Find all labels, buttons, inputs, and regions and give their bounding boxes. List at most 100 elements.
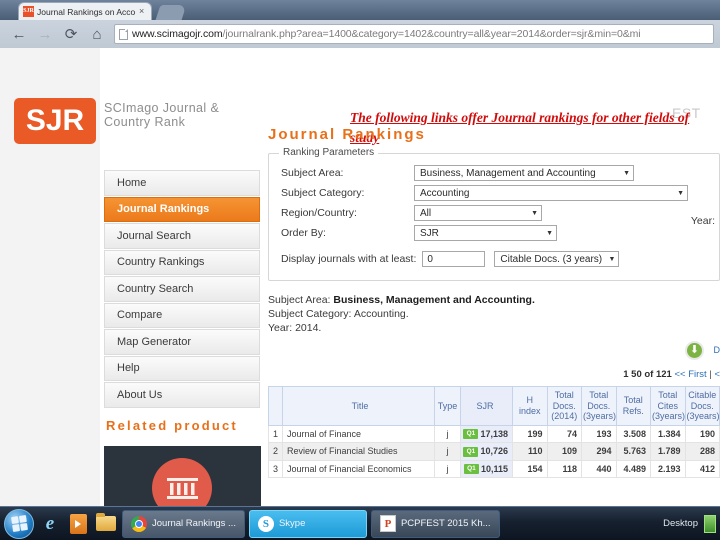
table-row[interactable]: 2 Review of Financial Studies j Q1 10,726…: [268, 442, 720, 461]
table-row[interactable]: 1 Journal of Finance j Q1 17,138 199 74 1…: [268, 424, 720, 444]
sjr-logo[interactable]: SJR: [14, 98, 96, 144]
sidebar-item-journal-search[interactable]: Journal Search: [104, 223, 260, 249]
min-value-input[interactable]: 0: [422, 251, 486, 267]
th-total-docs-2014[interactable]: Total Docs. (2014): [546, 386, 582, 426]
journal-rankings-table: Title Type SJR H index Total Docs. (2014…: [268, 386, 720, 479]
cell-title[interactable]: Review of Financial Studies: [282, 442, 435, 461]
th-cites-l3: (3years): [652, 411, 686, 421]
taskbar-item-chrome[interactable]: Journal Rankings ...: [122, 509, 245, 538]
internet-explorer-icon[interactable]: e: [38, 511, 62, 537]
display-min-label: Display journals with at least:: [281, 253, 417, 265]
cell-citable-docs: 288: [684, 442, 720, 461]
summary-subject-area-value: Business, Management and Accounting.: [333, 294, 535, 306]
media-player-icon[interactable]: [66, 511, 90, 537]
region-select[interactable]: All ▼: [414, 205, 542, 221]
table-header-row: Title Type SJR H index Total Docs. (2014…: [268, 386, 720, 426]
th-cites-l1: Total: [658, 390, 678, 400]
cell-title[interactable]: Journal of Financial Economics: [282, 459, 435, 479]
cell-type: j: [434, 459, 461, 479]
cell-docs-2014: 109: [546, 442, 582, 461]
close-icon[interactable]: ×: [139, 7, 147, 16]
page-title: Journal Rankings: [268, 126, 426, 143]
cell-total-cites: 1.384: [650, 424, 686, 444]
pagination-range: 50 of 121: [631, 369, 672, 380]
cell-sjr-value: 10,115: [480, 463, 508, 474]
reload-button[interactable]: ⟳: [58, 22, 84, 46]
th-title[interactable]: Title: [282, 386, 435, 426]
pagination-first-link[interactable]: << First: [674, 369, 706, 380]
cell-sjr-value: 10,726: [480, 446, 508, 457]
pagination-current: 1: [623, 369, 629, 380]
order-by-select[interactable]: SJR ▼: [414, 225, 557, 241]
cell-total-cites: 1.789: [650, 442, 686, 461]
table-row[interactable]: 3 Journal of Financial Economics j Q1 10,…: [268, 459, 720, 479]
subject-area-select[interactable]: Business, Management and Accounting ▼: [414, 165, 634, 181]
main-content: Journal Rankings Ranking Parameters Subj…: [268, 126, 720, 479]
cell-sjr: Q1 10,726: [460, 442, 513, 461]
results-summary: Subject Area: Business, Management and A…: [268, 293, 720, 335]
sidebar-item-about-us[interactable]: About Us: [104, 382, 260, 408]
th-type[interactable]: Type: [434, 386, 461, 426]
th-total-cites-3years[interactable]: Total Cites (3years): [650, 386, 686, 426]
address-bar[interactable]: www.scimagojr.com/journalrank.php?area=1…: [114, 24, 714, 44]
th-citable-docs-3years[interactable]: Citable Docs. (3years): [684, 386, 720, 426]
download-icon[interactable]: ⬇: [685, 341, 704, 360]
metric-value: Citable Docs. (3 years): [500, 253, 603, 265]
th-total-docs-3years[interactable]: Total Docs. (3years): [581, 386, 617, 426]
cell-docs-3y: 294: [581, 442, 617, 461]
field-row-region: Region/Country: All ▼: [281, 204, 719, 222]
forward-button[interactable]: →: [32, 22, 58, 46]
cell-sjr-value: 17,138: [480, 428, 508, 439]
cell-rank: 2: [268, 442, 283, 461]
th-total-refs[interactable]: Total Refs.: [615, 386, 651, 426]
start-button[interactable]: [4, 508, 34, 539]
taskbar-item-skype[interactable]: S Skype: [248, 509, 367, 538]
sidebar-item-compare[interactable]: Compare: [104, 302, 260, 328]
subject-category-label: Subject Category:: [281, 187, 365, 199]
page-info-icon: [119, 28, 128, 40]
sidebar-item-journal-rankings[interactable]: Journal Rankings: [104, 196, 260, 222]
temple-icon: [167, 478, 198, 499]
cell-docs-2014: 74: [546, 424, 582, 444]
th-refs-l1: Total: [623, 395, 643, 406]
taskbar-item-skype-label: Skype: [278, 518, 306, 529]
pagination-prev-link[interactable]: <: [714, 369, 720, 380]
subject-area-label: Subject Area:: [281, 167, 344, 179]
ranking-parameters-fieldset: Ranking Parameters Subject Area: Busines…: [268, 147, 720, 281]
th-h-index[interactable]: H index: [512, 386, 548, 426]
windows-taskbar: e Journal Rankings ... S Skype P PCPFEST…: [0, 506, 720, 540]
subject-category-select[interactable]: Accounting ▼: [414, 185, 688, 201]
related-product-card[interactable]: SCIMAGO INSTITUTIONS: [104, 446, 261, 506]
chevron-down-icon: ▼: [608, 255, 616, 263]
subject-category-value: Accounting: [420, 187, 470, 199]
quartile-badge: Q1: [463, 446, 479, 457]
sidebar-item-map-generator[interactable]: Map Generator: [104, 329, 260, 355]
file-explorer-icon[interactable]: [94, 511, 118, 537]
sidebar-item-country-rankings[interactable]: Country Rankings: [104, 249, 260, 275]
th-sjr[interactable]: SJR: [460, 386, 513, 426]
taskbar-item-powerpoint[interactable]: P PCPFEST 2015 Kh...: [370, 509, 500, 538]
url-host: www.scimagojr.com: [132, 28, 223, 40]
sidebar-item-home[interactable]: Home: [104, 170, 260, 196]
th-td3y-l2: Docs.: [587, 400, 611, 411]
new-tab-button[interactable]: [155, 5, 187, 20]
sidebar-item-help[interactable]: Help: [104, 355, 260, 381]
url-text: www.scimagojr.com/journalrank.php?area=1…: [132, 28, 641, 40]
year-label: Year:: [690, 215, 715, 227]
cell-total-refs: 4.489: [615, 459, 651, 479]
back-button[interactable]: ←: [6, 22, 32, 46]
cell-docs-3y: 440: [581, 459, 617, 479]
sidebar-nav: Home Journal Rankings Journal Search Cou…: [104, 170, 260, 409]
field-row-order-by: Order By: SJR ▼: [281, 224, 719, 242]
summary-subject-category-label: Subject Category:: [268, 308, 352, 320]
home-button[interactable]: ⌂: [84, 22, 110, 46]
metric-select[interactable]: Citable Docs. (3 years) ▼: [494, 251, 620, 267]
browser-tab[interactable]: SJR Journal Rankings on Acco ×: [18, 2, 152, 20]
sidebar-item-country-search[interactable]: Country Search: [104, 276, 260, 302]
web-page: SJR SCImago Journal & Country Rank EST T…: [0, 48, 720, 506]
cell-title[interactable]: Journal of Finance: [282, 424, 435, 444]
summary-subject-category: Subject Category: Accounting.: [268, 307, 720, 321]
show-desktop-button[interactable]: [704, 514, 716, 533]
download-label[interactable]: D: [714, 345, 720, 355]
cell-type: j: [434, 442, 461, 461]
